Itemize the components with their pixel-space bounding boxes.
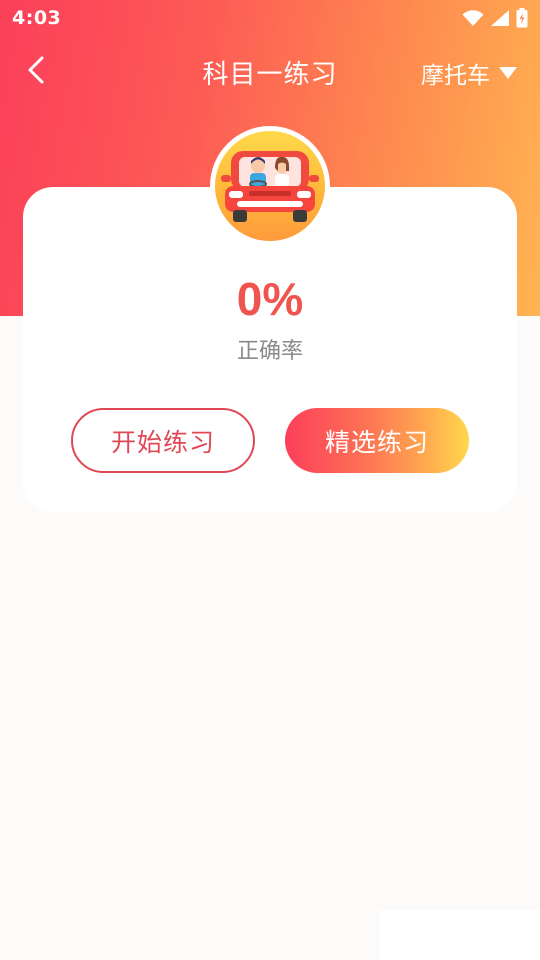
wifi-icon xyxy=(462,10,484,26)
battery-charging-icon xyxy=(516,8,528,28)
accuracy-value: 0% xyxy=(236,273,304,325)
avatar xyxy=(210,126,330,246)
car-with-passengers-illustration xyxy=(215,131,325,241)
status-time: 4:03 xyxy=(12,7,62,29)
caret-down-icon xyxy=(499,67,517,79)
practice-screen: 4:03 科目一练习 摩托车 0% 正确率 开始练习 精选练习 xyxy=(0,0,540,960)
status-bar: 4:03 xyxy=(0,0,540,36)
signal-icon xyxy=(491,10,509,26)
navigation-bar: 科目一练习 摩托车 xyxy=(0,44,540,98)
accuracy-label: 正确率 xyxy=(236,339,303,364)
status-icons xyxy=(462,8,528,28)
start-practice-button[interactable]: 开始练习 xyxy=(71,408,255,473)
vehicle-type-dropdown[interactable]: 摩托车 xyxy=(421,56,518,90)
vehicle-type-label: 摩托车 xyxy=(421,63,490,89)
selected-practice-button[interactable]: 精选练习 xyxy=(285,408,469,473)
bottom-area xyxy=(380,910,540,960)
